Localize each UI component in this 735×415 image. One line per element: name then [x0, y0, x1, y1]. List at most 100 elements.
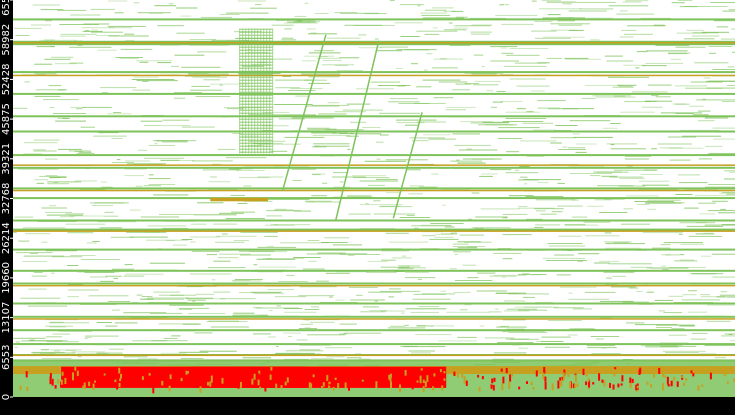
data-point — [67, 296, 79, 298]
dense-point — [443, 371, 446, 374]
data-point — [29, 253, 38, 254]
data-point — [306, 127, 330, 129]
data-point — [76, 152, 95, 154]
data-point — [32, 4, 60, 6]
data-point — [417, 5, 421, 7]
data-point — [60, 35, 86, 37]
data-point — [603, 271, 635, 273]
data-point — [350, 133, 382, 135]
data-point — [559, 286, 597, 288]
data-point — [453, 291, 471, 293]
data-point — [135, 60, 173, 62]
data-point — [490, 60, 520, 62]
data-point — [23, 227, 66, 229]
data-point — [565, 58, 601, 60]
data-point — [262, 258, 304, 259]
data-point — [104, 211, 114, 213]
data-point — [457, 336, 477, 338]
data-point — [301, 60, 316, 62]
block-row — [239, 103, 273, 105]
data-point — [727, 66, 735, 68]
data-point — [170, 294, 185, 296]
data-point — [399, 217, 430, 218]
data-point — [250, 291, 283, 293]
data-point — [698, 202, 716, 204]
data-point — [428, 138, 456, 140]
data-point — [540, 213, 557, 215]
y-tick-label: 39321 — [1, 143, 12, 175]
data-point — [13, 232, 17, 233]
data-point — [492, 101, 503, 103]
data-point — [60, 216, 75, 218]
data-point — [44, 58, 71, 60]
data-point — [473, 84, 499, 86]
data-point — [367, 260, 388, 262]
data-point — [460, 121, 493, 123]
data-point — [148, 12, 164, 14]
data-point — [493, 352, 527, 354]
data-point — [553, 307, 584, 309]
y-tick-label: 45875 — [1, 103, 12, 135]
data-point — [50, 349, 82, 351]
data-point — [523, 183, 528, 185]
data-point — [595, 96, 636, 98]
data-point — [257, 176, 284, 178]
data-point — [623, 64, 647, 66]
block-column — [245, 28, 247, 154]
data-point — [703, 232, 714, 234]
data-point — [682, 294, 697, 296]
block-column — [263, 28, 265, 154]
data-point — [74, 180, 97, 182]
data-point — [45, 158, 58, 160]
data-point — [197, 51, 227, 53]
dense-point — [629, 377, 632, 383]
data-point — [679, 6, 698, 8]
data-point — [502, 217, 508, 219]
data-point — [646, 50, 688, 52]
data-point — [385, 159, 428, 161]
data-point — [362, 306, 379, 308]
data-point — [525, 196, 564, 197]
data-point — [720, 291, 728, 293]
data-point — [91, 205, 113, 206]
data-point — [520, 176, 528, 178]
data-point — [250, 7, 277, 9]
dense-point — [169, 374, 172, 380]
data-point — [415, 86, 432, 88]
data-point — [668, 295, 683, 297]
data-point — [70, 14, 101, 16]
data-point — [107, 113, 132, 115]
data-point — [208, 181, 231, 183]
block-row — [239, 118, 273, 120]
data-point — [508, 293, 549, 295]
data-point — [471, 192, 480, 194]
data-point — [671, 328, 685, 330]
dense-point — [557, 380, 560, 389]
dense-point — [404, 369, 407, 376]
data-point — [445, 109, 466, 111]
data-point — [708, 153, 735, 155]
data-point — [307, 33, 337, 35]
dense-point — [286, 371, 289, 374]
data-point — [707, 210, 735, 212]
data-point — [49, 176, 67, 178]
data-point — [264, 235, 278, 237]
block-row — [239, 142, 273, 144]
data-point — [502, 276, 506, 278]
data-point — [217, 257, 239, 259]
data-point — [622, 301, 649, 303]
dense-point — [603, 380, 606, 387]
data-point — [220, 298, 256, 300]
data-point — [348, 213, 371, 215]
data-point — [27, 305, 68, 307]
data-point — [595, 338, 604, 340]
y-tick-label: 13107 — [1, 302, 12, 334]
data-point — [431, 7, 454, 9]
dense-point — [511, 370, 513, 377]
data-point — [536, 340, 563, 342]
data-point — [135, 185, 143, 187]
data-point — [230, 194, 245, 196]
data-point — [724, 178, 735, 180]
dense-point — [670, 380, 673, 387]
data-point — [45, 336, 62, 338]
